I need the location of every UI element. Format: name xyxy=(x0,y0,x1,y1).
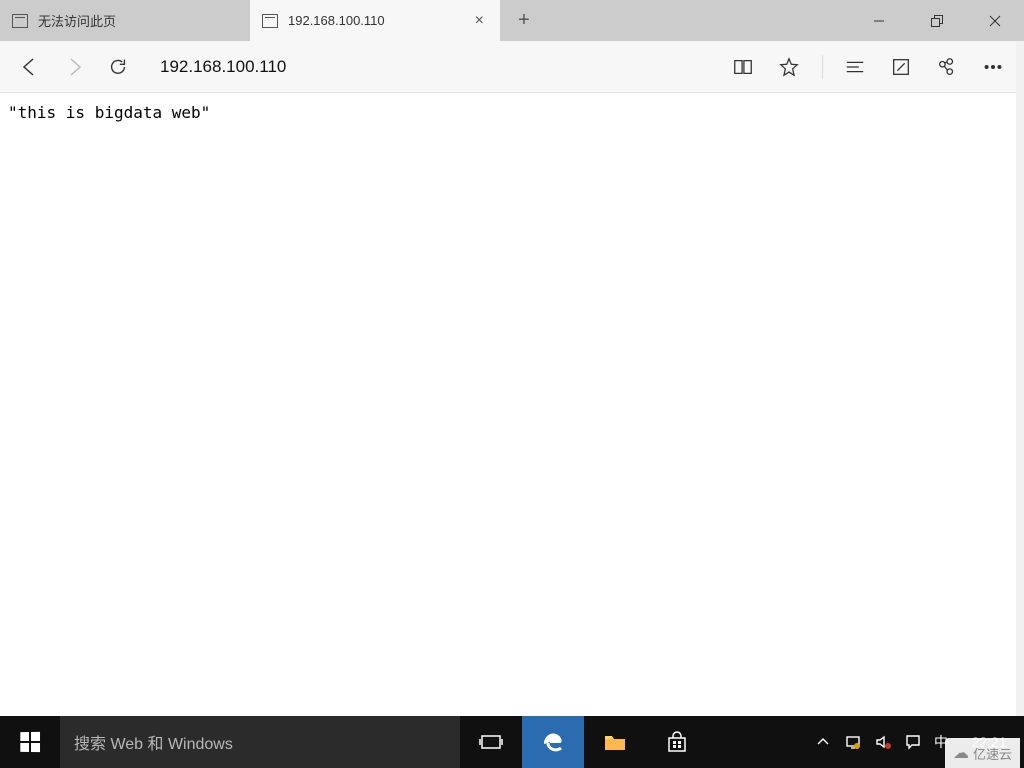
forward-button[interactable] xyxy=(52,41,96,93)
task-view-icon xyxy=(478,729,504,755)
close-tab-icon[interactable]: × xyxy=(471,12,488,30)
edge-taskbar-button[interactable] xyxy=(522,716,584,768)
reading-view-button[interactable] xyxy=(720,41,766,93)
watermark-text: 亿速云 xyxy=(973,744,1012,763)
new-tab-button[interactable]: + xyxy=(500,0,548,41)
action-center-button[interactable] xyxy=(898,716,928,768)
webnote-icon xyxy=(890,56,912,78)
plus-icon: + xyxy=(518,9,530,32)
minimize-icon xyxy=(873,15,885,27)
url-input[interactable] xyxy=(160,57,720,77)
restore-button[interactable] xyxy=(908,0,966,41)
share-button[interactable] xyxy=(924,41,970,93)
refresh-button[interactable] xyxy=(96,41,140,93)
webnote-button[interactable] xyxy=(878,41,924,93)
refresh-icon xyxy=(107,56,129,78)
address-bar[interactable] xyxy=(140,57,720,77)
page-content: "this is bigdata web" xyxy=(0,93,1024,716)
page-icon xyxy=(262,14,278,28)
close-window-button[interactable] xyxy=(966,0,1024,41)
tab-title: 无法访问此页 xyxy=(38,11,238,30)
hub-button[interactable] xyxy=(832,41,878,93)
tab-title: 192.168.100.110 xyxy=(288,13,471,28)
file-explorer-button[interactable] xyxy=(584,716,646,768)
cloud-icon: ☁ xyxy=(953,743,969,763)
network-icon xyxy=(845,734,861,750)
more-icon xyxy=(982,56,1004,78)
chevron-up-icon xyxy=(815,734,831,750)
forward-icon xyxy=(63,56,85,78)
share-icon xyxy=(936,56,958,78)
reading-view-icon xyxy=(732,56,754,78)
tray-overflow-button[interactable] xyxy=(808,716,838,768)
minimize-button[interactable] xyxy=(850,0,908,41)
tab-active[interactable]: 192.168.100.110 × xyxy=(250,0,500,41)
taskbar-search[interactable]: 搜索 Web 和 Windows xyxy=(60,716,460,768)
folder-icon xyxy=(602,729,628,755)
task-view-button[interactable] xyxy=(460,716,522,768)
edge-icon xyxy=(540,729,566,755)
page-body-text: "this is bigdata web" xyxy=(8,103,210,122)
windows-logo-icon xyxy=(20,732,40,752)
more-button[interactable] xyxy=(970,41,1016,93)
toolbar-separator xyxy=(812,41,832,93)
start-button[interactable] xyxy=(0,716,60,768)
tab-strip: 无法访问此页 192.168.100.110 × + xyxy=(0,0,1024,41)
tray-network-button[interactable] xyxy=(838,716,868,768)
back-icon xyxy=(19,56,41,78)
favorite-button[interactable] xyxy=(766,41,812,93)
windows-taskbar: 搜索 Web 和 Windows 中 22:21 xyxy=(0,716,1024,768)
watermark: ☁ 亿速云 xyxy=(945,738,1020,768)
search-placeholder: 搜索 Web 和 Windows xyxy=(74,730,233,754)
taskbar-apps xyxy=(460,716,708,768)
favorite-icon xyxy=(778,56,800,78)
hub-icon xyxy=(844,56,866,78)
browser-toolbar xyxy=(0,41,1024,93)
action-center-icon xyxy=(905,734,921,750)
back-button[interactable] xyxy=(8,41,52,93)
window-controls xyxy=(850,0,1024,41)
close-window-icon xyxy=(989,15,1001,27)
tab-inactive[interactable]: 无法访问此页 xyxy=(0,0,250,41)
vertical-scrollbar[interactable] xyxy=(1016,41,1024,716)
restore-icon xyxy=(931,15,943,27)
store-icon xyxy=(664,729,690,755)
store-button[interactable] xyxy=(646,716,708,768)
toolbar-right-icons xyxy=(720,41,1016,93)
tray-volume-button[interactable] xyxy=(868,716,898,768)
volume-muted-icon xyxy=(875,734,891,750)
page-icon xyxy=(12,14,28,28)
